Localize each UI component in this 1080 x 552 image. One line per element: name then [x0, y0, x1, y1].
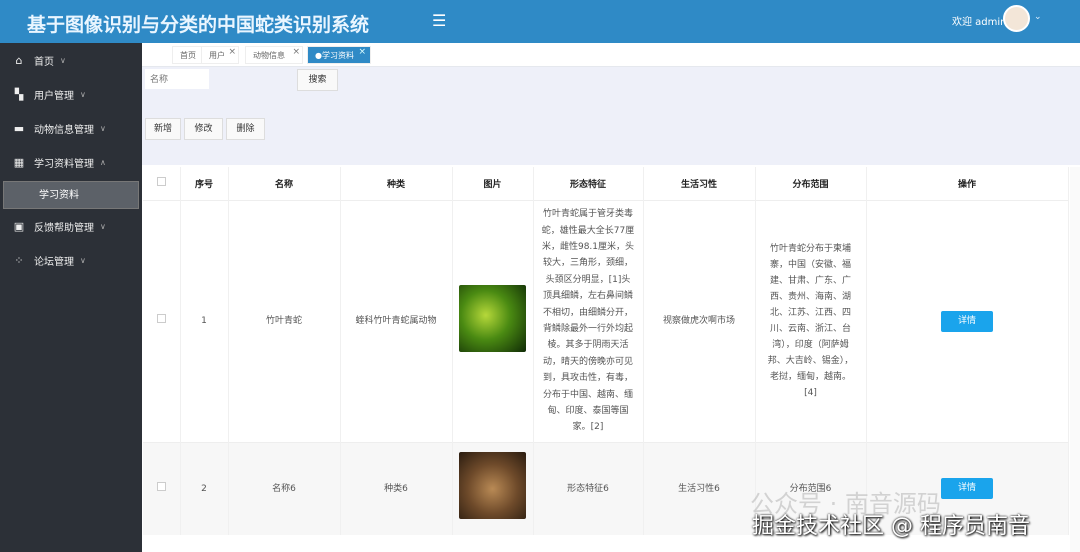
cell-name: 名称6	[228, 441, 341, 535]
watermark-text: 掘金技术社区 @ 程序员南音	[752, 514, 1030, 539]
col-header: 序号	[180, 167, 229, 200]
app-title: 基于图像识别与分类的中国蛇类识别系统	[27, 14, 370, 36]
snake-image	[459, 284, 526, 352]
tab-label: ●学习资料	[315, 51, 354, 60]
chevron-down-icon: ∨	[80, 89, 86, 99]
scrollbar[interactable]	[1070, 167, 1080, 552]
close-icon[interactable]: ×	[292, 43, 300, 61]
row-checkbox[interactable]	[143, 199, 181, 442]
table-header-row: 序号 名称 种类 图片 形态特征 生活习性 分布范围 操作	[143, 167, 1069, 200]
menu-toggle-icon[interactable]: ☰	[432, 11, 446, 30]
search-button[interactable]: 搜索	[297, 69, 338, 91]
table-row: 1 竹叶青蛇 蝰科竹叶青蛇属动物 竹叶青蛇属于管牙类毒蛇，雄性最大全长77厘米，…	[143, 199, 1069, 442]
delete-button[interactable]: 删除	[226, 118, 265, 140]
sidebar-item-label: 学习资料管理	[34, 158, 94, 170]
edit-button[interactable]: 修改	[184, 118, 223, 140]
cell-name: 竹叶青蛇	[228, 199, 341, 442]
tab-bar: 首页 用户 × 动物信息 × ●学习资料 ×	[142, 43, 1080, 67]
sidebar-item-label: 论坛管理	[34, 256, 74, 268]
row-checkbox[interactable]	[143, 441, 181, 535]
materials-table: 序号 名称 种类 图片 形态特征 生活习性 分布范围 操作 1 竹叶青蛇 蝰科竹…	[143, 167, 1069, 535]
grid-icon: ⁘	[14, 253, 24, 267]
close-icon[interactable]: ×	[358, 43, 366, 61]
cell-index: 2	[180, 441, 229, 535]
add-button[interactable]: 新增	[145, 118, 181, 140]
col-header: 图片	[452, 167, 534, 200]
cell-habits: 视察做虎次啊市场	[643, 199, 756, 442]
sidebar-item-home[interactable]: ⌂ 首页 ∨	[0, 43, 142, 77]
sidebar-item-animals[interactable]: ▬ 动物信息管理 ∨	[0, 111, 142, 145]
col-header: 分布范围	[755, 167, 867, 200]
cell-type: 种类6	[340, 441, 453, 535]
snake-image	[459, 452, 526, 520]
sidebar-item-materials[interactable]: ▦ 学习资料管理 ∧	[0, 145, 142, 179]
cell-habits: 生活习性6	[643, 441, 756, 535]
sidebar-item-forum[interactable]: ⁘ 论坛管理 ∨	[0, 243, 142, 277]
tab-label: 动物信息	[253, 51, 285, 60]
col-header: 名称	[228, 167, 341, 200]
col-header: 生活习性	[643, 167, 756, 200]
chevron-down-icon: ∨	[100, 221, 106, 231]
sidebar-item-label: 反馈帮助管理	[34, 222, 94, 234]
sidebar: ⌂ 首页 ∨ ▚ 用户管理 ∨ ▬ 动物信息管理 ∨ ▦ 学习资料管理 ∧ 学习资料 ▣ 反馈帮助…	[0, 43, 142, 552]
home-icon: ⌂	[15, 53, 23, 67]
layout-icon: ▦	[13, 155, 25, 169]
app-header: 基于图像识别与分类的中国蛇类识别系统 ☰ 欢迎 admin ⌄	[0, 0, 1080, 43]
close-icon[interactable]: ×	[228, 43, 236, 61]
sidebar-item-feedback[interactable]: ▣ 反馈帮助管理 ∨	[0, 209, 142, 243]
user-icon: ▚	[14, 87, 24, 101]
chevron-up-icon: ∧	[100, 157, 106, 167]
tab-users[interactable]: 用户 ×	[201, 46, 239, 64]
col-header: 操作	[866, 167, 1069, 200]
sidebar-item-users[interactable]: ▚ 用户管理 ∨	[0, 77, 142, 111]
chevron-down-icon[interactable]: ⌄	[1034, 12, 1042, 22]
tab-animals[interactable]: 动物信息 ×	[245, 46, 303, 64]
tab-label: 首页	[180, 51, 196, 60]
avatar[interactable]	[1003, 5, 1030, 32]
tab-label: 用户	[209, 51, 225, 60]
chevron-down-icon: ∨	[100, 123, 106, 133]
cell-morphology: 竹叶青蛇属于管牙类毒蛇，雄性最大全长77厘米，雌性98.1厘米，头较大，三角形，…	[533, 199, 644, 442]
chevron-down-icon: ∨	[60, 55, 66, 65]
col-header: 形态特征	[533, 167, 644, 200]
search-area: 搜索 新增 修改 删除	[142, 67, 1080, 165]
detail-button[interactable]: 详情	[941, 478, 993, 500]
col-header: 种类	[340, 167, 453, 200]
cell-image	[452, 199, 534, 442]
sidebar-item-label: 动物信息管理	[34, 124, 94, 136]
cell-morphology: 形态特征6	[533, 441, 644, 535]
tab-home[interactable]: 首页	[172, 46, 204, 64]
animal-icon: ▬	[13, 121, 25, 135]
cell-image	[452, 441, 534, 535]
cell-type: 蝰科竹叶青蛇属动物	[340, 199, 453, 442]
welcome-text: 欢迎 admin	[952, 17, 1007, 28]
cell-actions: 详情	[866, 199, 1069, 442]
chevron-down-icon: ∨	[80, 255, 86, 265]
sidebar-item-label: 首页	[34, 56, 54, 68]
detail-button[interactable]: 详情	[941, 310, 993, 332]
tab-materials[interactable]: ●学习资料 ×	[307, 46, 371, 64]
cell-distribution: 竹叶青蛇分布于柬埔寨，中国（安徽、福建、甘肃、广东、广西、贵州、海南、湖北、江苏…	[755, 199, 867, 442]
sidebar-subitem-materials[interactable]: 学习资料	[3, 181, 139, 209]
sidebar-item-label: 用户管理	[34, 90, 74, 102]
name-search-input[interactable]	[145, 69, 209, 89]
chip-icon: ▣	[13, 219, 25, 233]
cell-index: 1	[180, 199, 229, 442]
select-all-checkbox[interactable]	[143, 167, 181, 200]
